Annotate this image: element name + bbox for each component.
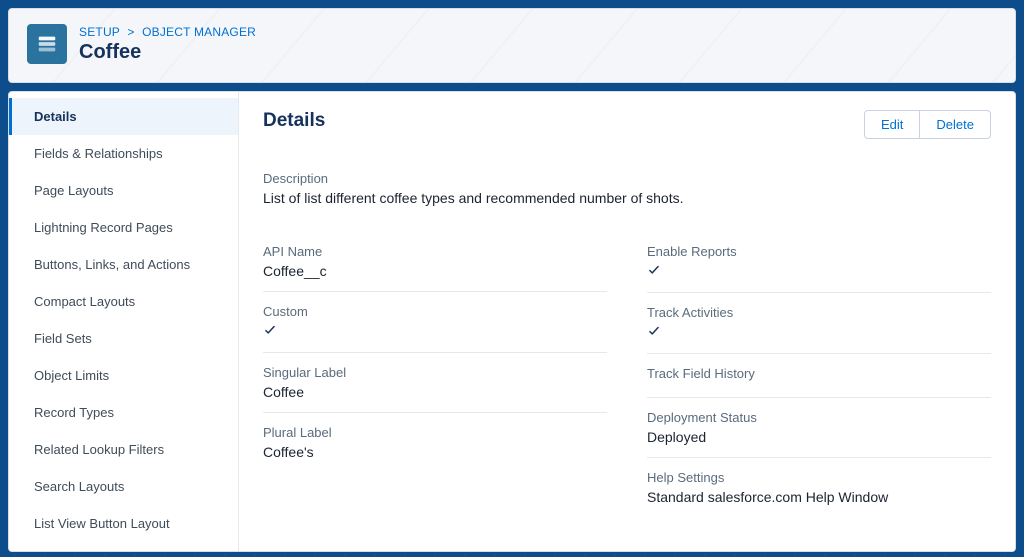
field-row-track-activities: Track Activities	[647, 299, 991, 354]
field-label: Track Activities	[647, 305, 991, 320]
field-value	[647, 385, 991, 391]
field-label: API Name	[263, 244, 607, 259]
sidebar-item-related-lookup-filters[interactable]: Related Lookup Filters	[9, 431, 238, 468]
field-value	[263, 323, 607, 346]
field-row-deployment-status: Deployment Status Deployed	[647, 404, 991, 458]
field-row-singular-label: Singular Label Coffee	[263, 359, 607, 413]
field-row-api-name: API Name Coffee__c	[263, 238, 607, 292]
breadcrumb: SETUP > OBJECT MANAGER	[79, 25, 256, 39]
field-value	[647, 263, 991, 286]
field-label: Help Settings	[647, 470, 991, 485]
sidebar-item-page-layouts[interactable]: Page Layouts	[9, 172, 238, 209]
sidebar-item-object-limits[interactable]: Object Limits	[9, 357, 238, 394]
field-label: Custom	[263, 304, 607, 319]
field-label: Track Field History	[647, 366, 991, 381]
field-label: Singular Label	[263, 365, 607, 380]
sidebar-item-fields-relationships[interactable]: Fields & Relationships	[9, 135, 238, 172]
sidebar-item-lightning-record-pages[interactable]: Lightning Record Pages	[9, 209, 238, 246]
check-icon	[647, 263, 661, 277]
field-row-plural-label: Plural Label Coffee's	[263, 419, 607, 472]
field-value: Coffee's	[263, 444, 607, 466]
content-card: DetailsFields & RelationshipsPage Layout…	[8, 91, 1016, 552]
sidebar: DetailsFields & RelationshipsPage Layout…	[9, 92, 239, 551]
sidebar-item-list-view-button-layout[interactable]: List View Button Layout	[9, 505, 238, 542]
sidebar-item-record-types[interactable]: Record Types	[9, 394, 238, 431]
field-row-enable-reports: Enable Reports	[647, 238, 991, 293]
sidebar-item-buttons-links-and-actions[interactable]: Buttons, Links, and Actions	[9, 246, 238, 283]
check-icon	[647, 324, 661, 338]
breadcrumb-sep: >	[127, 25, 134, 39]
field-value: Coffee	[263, 384, 607, 406]
details-left-column: API Name Coffee__c Custom Singular Label Cof…	[263, 238, 607, 523]
page-title: Coffee	[79, 41, 256, 64]
check-icon	[263, 323, 277, 337]
main-title: Details	[263, 110, 325, 132]
sidebar-item-field-sets[interactable]: Field Sets	[9, 320, 238, 357]
sidebar-item-search-layouts[interactable]: Search Layouts	[9, 468, 238, 505]
field-value: Coffee__c	[263, 263, 607, 285]
field-value	[647, 324, 991, 347]
sidebar-item-details[interactable]: Details	[9, 98, 238, 135]
sidebar-item-compact-layouts[interactable]: Compact Layouts	[9, 283, 238, 320]
delete-button[interactable]: Delete	[919, 110, 991, 139]
description-block: Description List of list different coffe…	[263, 171, 991, 212]
main-panel: Details Edit Delete Description List of …	[239, 92, 1015, 551]
edit-button[interactable]: Edit	[864, 110, 920, 139]
field-label: Deployment Status	[647, 410, 991, 425]
field-label: Enable Reports	[647, 244, 991, 259]
details-right-column: Enable Reports Track Activities Track Fiel…	[647, 238, 991, 523]
header-card: SETUP > OBJECT MANAGER Coffee	[8, 8, 1016, 83]
field-row-custom: Custom	[263, 298, 607, 353]
field-value: Deployed	[647, 429, 991, 451]
description-label: Description	[263, 171, 991, 186]
field-value: Standard salesforce.com Help Window	[647, 489, 991, 511]
action-buttons: Edit Delete	[864, 110, 991, 139]
field-row-track-field-history: Track Field History	[647, 360, 991, 398]
breadcrumb-object-manager[interactable]: OBJECT MANAGER	[142, 25, 256, 39]
field-label: Plural Label	[263, 425, 607, 440]
description-value: List of list different coffee types and …	[263, 190, 991, 212]
field-row-help-settings: Help Settings Standard salesforce.com Hel…	[647, 464, 991, 517]
breadcrumb-setup[interactable]: SETUP	[79, 25, 120, 39]
object-manager-icon	[27, 24, 67, 64]
